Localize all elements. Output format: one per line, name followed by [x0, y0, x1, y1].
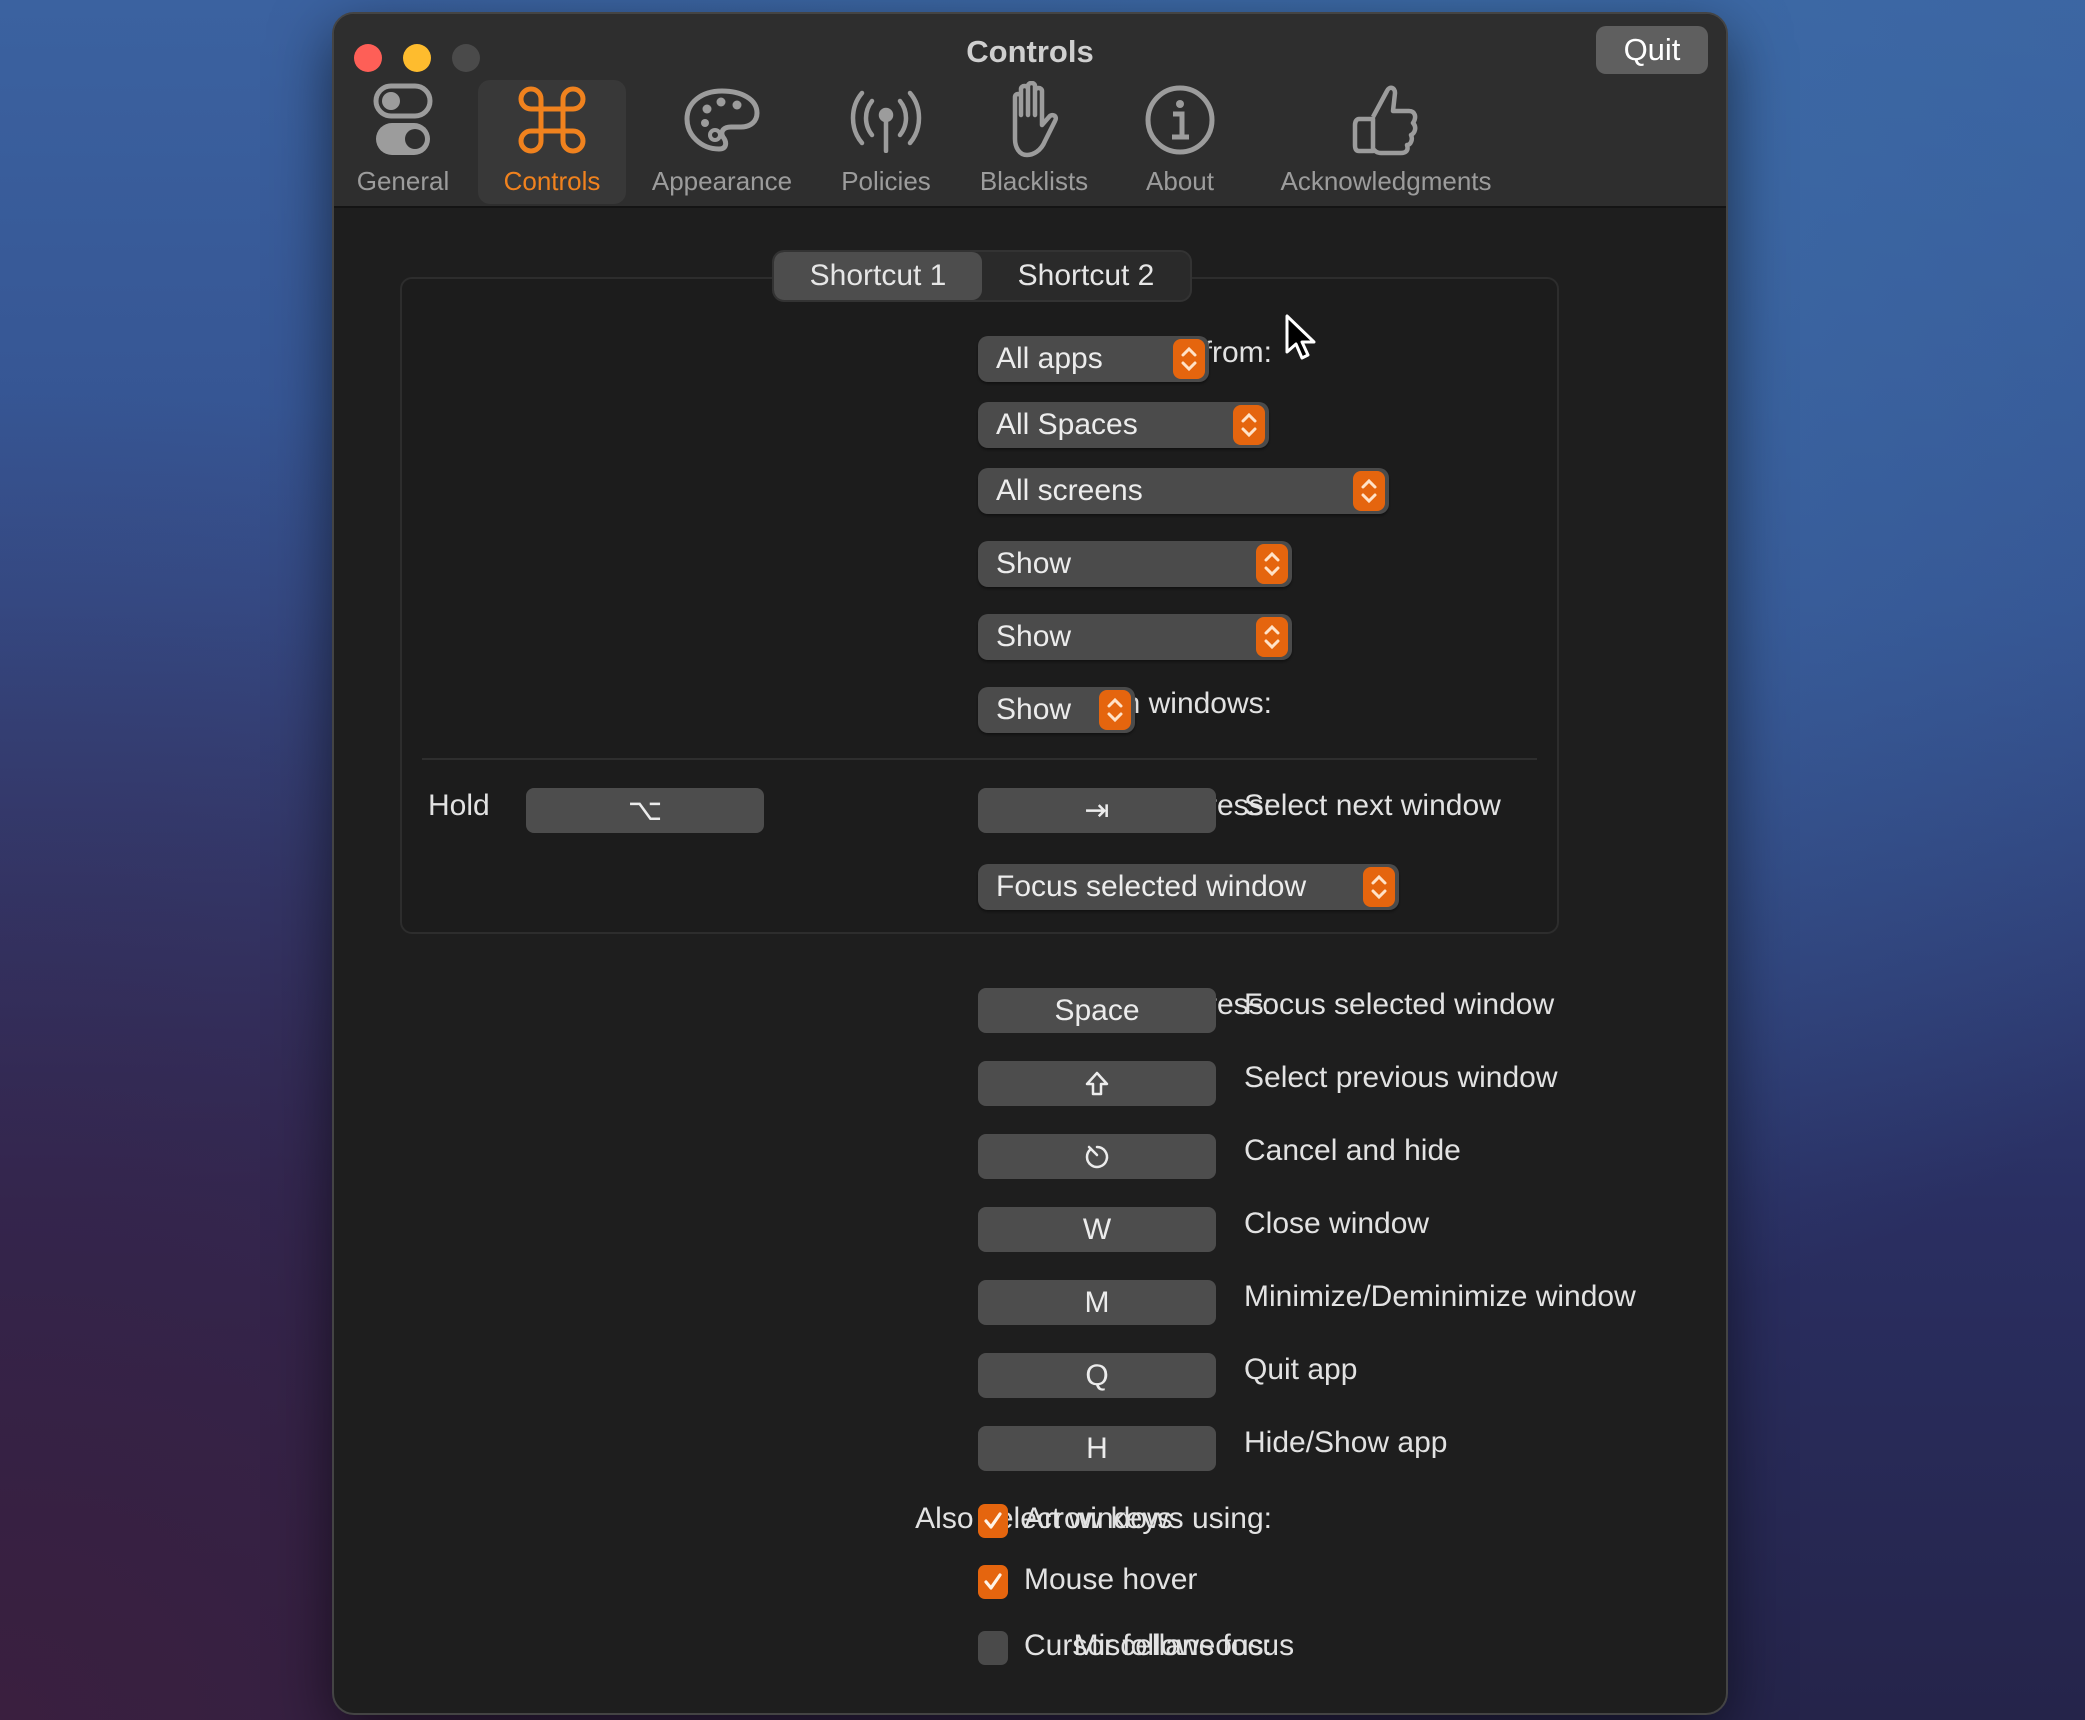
next-window-action-label: Select next window	[1244, 789, 1501, 822]
tab-controls[interactable]: Controls	[478, 80, 626, 204]
chevron-up-down-icon	[1256, 544, 1288, 584]
window-title: Controls	[966, 34, 1094, 69]
toolbar: Controls Quit General Controls Appearanc…	[334, 14, 1726, 208]
tab-blacklists[interactable]: Blacklists	[964, 80, 1104, 204]
mouse-pointer-icon	[1285, 314, 1316, 360]
mouse-hover-checkbox[interactable]	[978, 1565, 1008, 1599]
cursor-follows-focus-checkbox[interactable]	[978, 1631, 1008, 1665]
arrow-keys-checkbox[interactable]	[978, 1504, 1008, 1538]
spaces-filter-popup[interactable]: All Spaces	[978, 402, 1269, 448]
palette-icon	[682, 80, 762, 160]
checkmark-icon	[984, 1512, 1002, 1529]
minimized-windows-value: Show	[996, 547, 1072, 580]
shortcut-action-label: Focus selected window	[1244, 988, 1555, 1021]
chevron-up-down-icon	[1363, 867, 1395, 907]
toggles-icon	[363, 80, 443, 160]
m-key-recorder[interactable]: M	[978, 1280, 1216, 1325]
w-key-recorder[interactable]: W	[978, 1207, 1216, 1252]
space-key-recorder[interactable]: Space	[978, 988, 1216, 1033]
tab-blacklists-label: Blacklists	[979, 166, 1089, 196]
q-key-recorder[interactable]: Q	[978, 1353, 1216, 1398]
apps-filter-value: All apps	[996, 342, 1103, 375]
info-icon	[1140, 80, 1220, 160]
shortcut-action-label: Cancel and hide	[1244, 1134, 1461, 1167]
chevron-up-down-icon	[1099, 690, 1131, 730]
tab-acknowledgments-label: Acknowledgments	[1280, 166, 1492, 196]
shortcut-action-label: Close window	[1244, 1207, 1430, 1240]
apps-filter-popup[interactable]: All apps	[978, 336, 1209, 382]
shortcut-action-label: Select previous window	[1244, 1061, 1558, 1094]
hand-icon	[994, 80, 1074, 160]
tab-about[interactable]: About	[1134, 80, 1226, 204]
shortcut-action-label: Hide/Show app	[1244, 1426, 1448, 1459]
hold-label: Hold	[428, 789, 490, 822]
h-key-recorder[interactable]: H	[978, 1426, 1216, 1471]
screens-filter-value: All screens	[996, 474, 1143, 507]
quit-button[interactable]: Quit	[1596, 26, 1708, 74]
fullscreen-windows-value: Show	[996, 693, 1072, 726]
tab-acknowledgments[interactable]: Acknowledgments	[1266, 80, 1506, 204]
group-separator	[422, 758, 1537, 760]
hidden-windows-value: Show	[996, 620, 1072, 653]
tab-policies-label: Policies	[841, 166, 931, 196]
chevron-up-down-icon	[1353, 471, 1385, 511]
hidden-windows-popup[interactable]: Show	[978, 614, 1292, 660]
tab-general-label: General	[356, 166, 450, 196]
tab-shortcut-1[interactable]: Shortcut 1	[774, 252, 982, 300]
tab-shortcut-2[interactable]: Shortcut 2	[982, 252, 1190, 300]
hold-key-recorder[interactable]: ⌥	[526, 788, 764, 833]
tab-appearance-label: Appearance	[651, 166, 793, 196]
then-release-popup[interactable]: Focus selected window	[978, 864, 1399, 910]
minimized-windows-popup[interactable]: Show	[978, 541, 1292, 587]
tab-about-label: About	[1146, 166, 1214, 196]
chevron-up-down-icon	[1256, 617, 1288, 657]
thumbs-up-icon	[1346, 80, 1426, 160]
cursor-follows-focus-label[interactable]: Cursor follows focus	[1024, 1629, 1294, 1663]
checkmark-icon	[984, 1573, 1002, 1590]
shortcut-action-label: Minimize/Deminimize window	[1244, 1280, 1636, 1313]
mouse-hover-label[interactable]: Mouse hover	[1024, 1563, 1197, 1597]
tab-controls-label: Controls	[503, 166, 601, 196]
escape-key-recorder[interactable]	[978, 1134, 1216, 1179]
chevron-up-down-icon	[1173, 339, 1205, 379]
antenna-icon	[846, 80, 926, 160]
arrow-keys-label[interactable]: Arrow keys	[1024, 1502, 1172, 1536]
tab-policies[interactable]: Policies	[824, 80, 948, 204]
chevron-up-down-icon	[1233, 405, 1265, 445]
tab-general[interactable]: General	[348, 80, 458, 204]
spaces-filter-value: All Spaces	[996, 408, 1138, 441]
shift-icon	[1085, 1071, 1109, 1095]
escape-icon	[1085, 1145, 1109, 1168]
preferences-window: Controls Quit General Controls Appearanc…	[332, 12, 1728, 1715]
shortcut-segmented-control: Shortcut 1 Shortcut 2	[772, 250, 1192, 302]
tab-appearance[interactable]: Appearance	[642, 80, 802, 204]
shift-key-recorder[interactable]	[978, 1061, 1216, 1106]
next-window-key-recorder[interactable]: ⇥	[978, 788, 1216, 833]
command-icon	[512, 80, 592, 160]
then-release-value: Focus selected window	[996, 870, 1307, 903]
screens-filter-popup[interactable]: All screens	[978, 468, 1389, 514]
shortcut-action-label: Quit app	[1244, 1353, 1358, 1386]
fullscreen-windows-popup[interactable]: Show	[978, 687, 1135, 733]
